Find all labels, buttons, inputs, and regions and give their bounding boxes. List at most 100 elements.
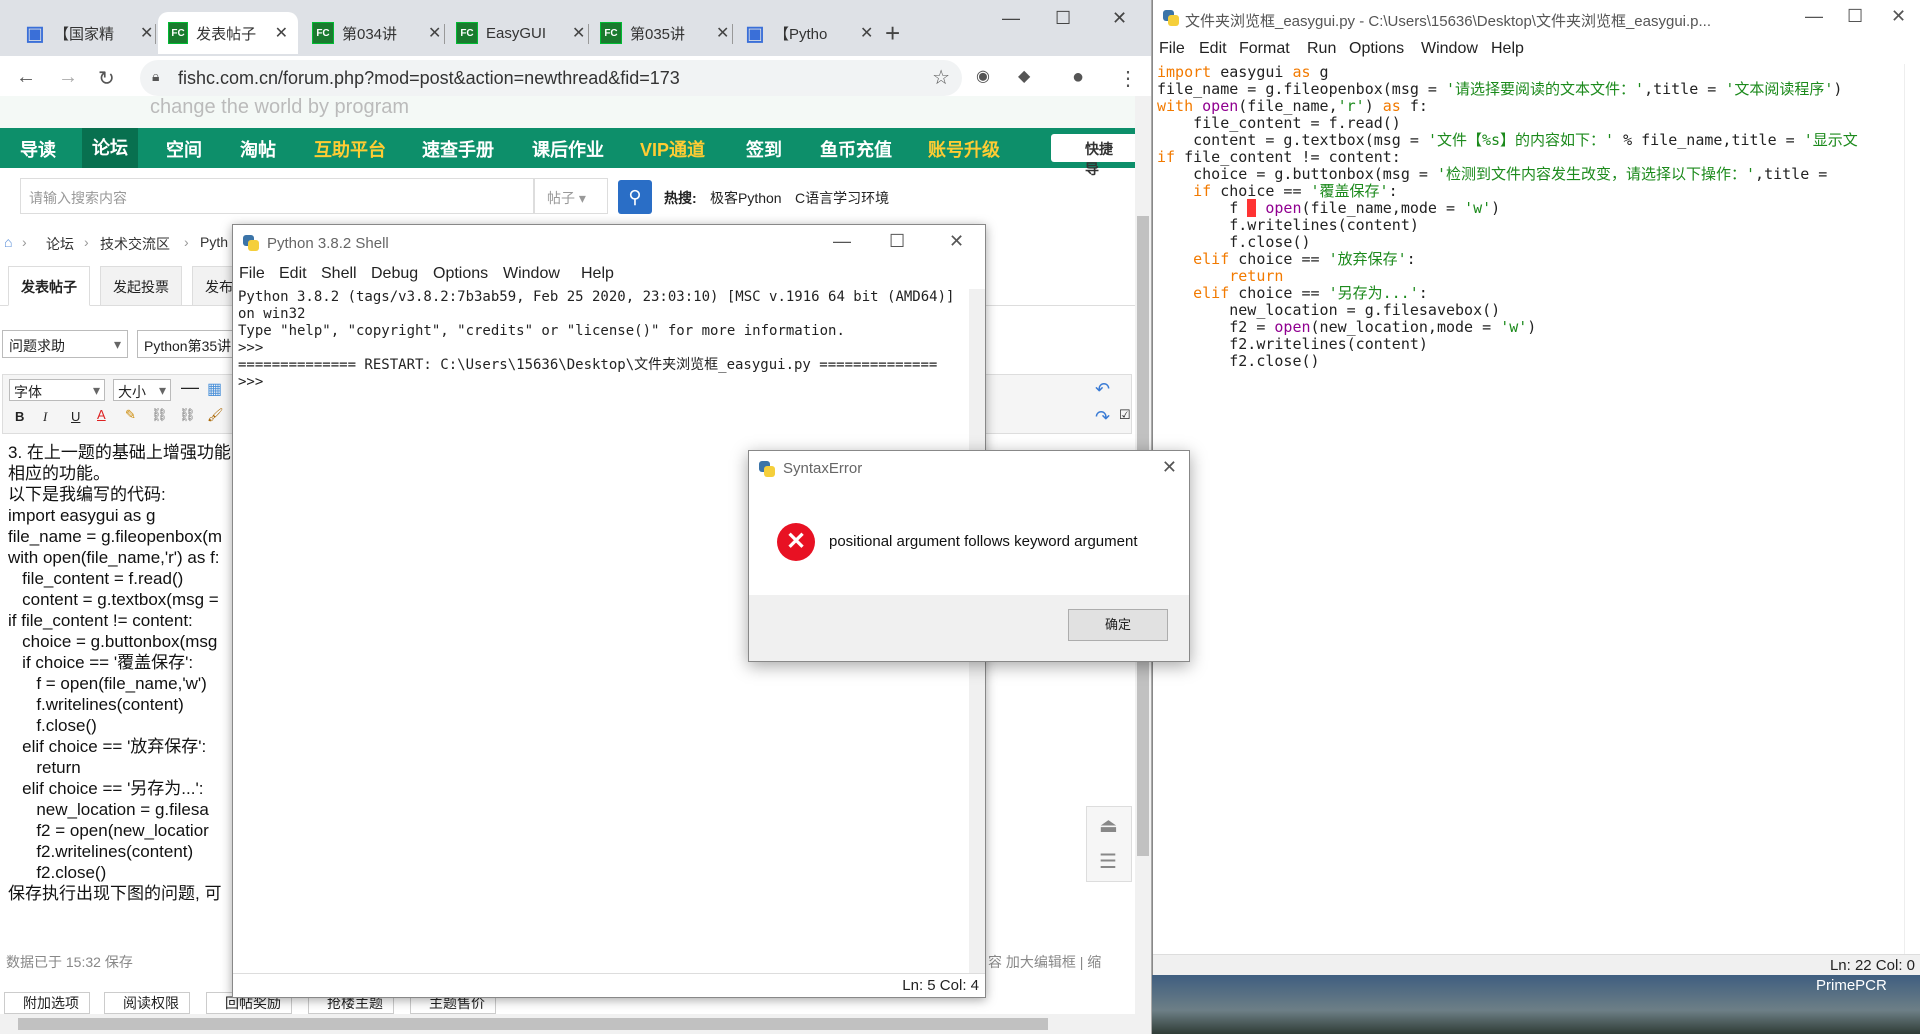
size-select[interactable]: 大小 ▾ (113, 379, 171, 401)
nav-item[interactable]: 淘帖 (240, 136, 276, 162)
browser-tab-active[interactable]: FC 发表帖子 ✕ (158, 12, 298, 54)
menu-run[interactable]: Run (1307, 40, 1336, 58)
nav-item[interactable]: VIP通道 (640, 136, 705, 162)
editor-size-controls[interactable]: 容 加大编辑框 | 缩 (988, 952, 1101, 972)
nav-item-active[interactable]: 论坛 (82, 128, 138, 168)
nav-item[interactable]: 签到 (746, 136, 782, 162)
clear-format-icon[interactable]: 🖌︎ (207, 407, 224, 423)
menu-edit[interactable]: Edit (279, 265, 307, 283)
browser-tab[interactable]: FC 第035讲 ✕ (590, 12, 739, 54)
menu-format[interactable]: Format (1239, 40, 1290, 58)
checkbox-icon[interactable]: ☑ (1119, 407, 1131, 423)
desktop-icon-label[interactable]: PrimePCR (1816, 977, 1887, 994)
close-icon[interactable]: ✕ (716, 23, 729, 43)
extension-icon[interactable]: ◆ (1018, 66, 1030, 86)
menu-help[interactable]: Help (1491, 40, 1524, 58)
breadcrumb-link[interactable]: 技术交流区 (100, 234, 170, 254)
close-icon[interactable]: ✕ (140, 23, 153, 43)
underline-icon[interactable]: U (71, 409, 80, 424)
italic-icon[interactable]: I (43, 409, 47, 425)
nav-item[interactable]: 空间 (166, 136, 202, 162)
hot-search-link[interactable]: 极客Python (710, 188, 782, 208)
tab-extra-options[interactable]: 附加选项 (4, 992, 90, 1014)
close-icon[interactable]: ✕ (949, 231, 964, 252)
extension-icon[interactable]: ◉ (976, 66, 990, 86)
browser-tab[interactable]: ▣ 【Pytho ✕ (734, 12, 883, 54)
menu-help[interactable]: Help (581, 265, 614, 283)
new-tab-icon[interactable]: + (885, 18, 900, 49)
menu-icon[interactable]: ⋮ (1118, 66, 1138, 91)
home-icon[interactable]: ⌂ (4, 234, 12, 250)
back-icon[interactable]: ← (16, 66, 36, 89)
font-color-icon[interactable]: A (97, 407, 106, 422)
font-select[interactable]: 字体 ▾ (9, 379, 105, 401)
reload-icon[interactable]: ↻ (98, 66, 115, 91)
menu-debug[interactable]: Debug (371, 265, 418, 283)
maximize-icon[interactable]: ☐ (1847, 6, 1863, 27)
close-icon[interactable]: ✕ (1162, 457, 1177, 478)
back-to-top-icon[interactable]: ⏏ (1099, 813, 1118, 838)
menu-file[interactable]: File (239, 265, 265, 283)
tab-new-poll[interactable]: 发起投票 (100, 266, 182, 306)
quick-link-button[interactable]: 快捷导 (1051, 134, 1136, 177)
list-icon[interactable]: ☰ (1099, 849, 1117, 874)
editor-scrollbar[interactable] (1904, 64, 1920, 954)
menu-window[interactable]: Window (503, 265, 560, 283)
forward-icon[interactable]: → (58, 66, 78, 89)
search-type-select[interactable]: 帖子 ▾ (534, 178, 608, 214)
maximize-icon[interactable]: ☐ (889, 231, 905, 252)
maximize-icon[interactable]: ☐ (1055, 8, 1071, 29)
hot-search-link[interactable]: C语言学习环境 (795, 188, 889, 208)
thread-type-select[interactable]: 问题求助 ▾ (2, 330, 128, 358)
close-window-icon[interactable]: ✕ (1112, 8, 1127, 29)
redo-icon[interactable]: ↷ (1095, 407, 1110, 428)
menu-shell[interactable]: Shell (321, 265, 357, 283)
tab-strip: ▣ 【国家精 ✕ FC 发表帖子 ✕ FC 第034讲 ✕ FC EasyGUI… (0, 0, 1151, 62)
menu-window[interactable]: Window (1421, 40, 1478, 58)
nav-item[interactable]: 导读 (20, 136, 56, 162)
nav-item[interactable]: 账号升级 (928, 136, 1000, 162)
url-field[interactable]: 🔒︎ fishc.com.cn/forum.php?mod=post&actio… (140, 60, 962, 96)
unlink-icon[interactable]: ⛓ (179, 407, 196, 423)
star-icon[interactable]: ☆ (932, 65, 950, 90)
nav-item[interactable]: 课后作业 (532, 136, 604, 162)
code-editor[interactable]: import easygui as g file_name = g.fileop… (1157, 64, 1897, 954)
close-icon[interactable]: ✕ (275, 23, 288, 43)
close-icon[interactable]: ✕ (572, 23, 585, 43)
menu-options[interactable]: Options (1349, 40, 1404, 58)
highlight-icon[interactable]: ✎ (125, 407, 136, 423)
close-icon[interactable]: ✕ (428, 23, 441, 43)
link-icon[interactable]: ⛓ (151, 407, 168, 423)
main-nav: 导读 论坛 空间 淘帖 互助平台 速查手册 课后作业 VIP通道 签到 鱼币充值… (0, 128, 1136, 177)
editor-title: 文件夹浏览框_easygui.py - C:\Users\15636\Deskt… (1185, 13, 1712, 30)
close-icon[interactable]: ✕ (1891, 6, 1906, 27)
menu-edit[interactable]: Edit (1199, 40, 1227, 58)
browser-tab[interactable]: ▣ 【国家精 ✕ (14, 12, 163, 54)
close-icon[interactable]: ✕ (860, 23, 873, 43)
bold-icon[interactable]: B (15, 409, 24, 424)
breadcrumb-link[interactable]: Pyth (200, 234, 228, 250)
table-icon[interactable]: ▦ (207, 379, 222, 399)
nav-item[interactable]: 互助平台 (314, 136, 386, 162)
search-input[interactable]: 请输入搜索内容 (20, 178, 534, 214)
undo-icon[interactable]: ↶ (1095, 379, 1110, 400)
ok-button[interactable]: 确定 (1068, 609, 1168, 641)
breadcrumb-link[interactable]: 论坛 (46, 234, 74, 254)
nav-item[interactable]: 速查手册 (422, 136, 494, 162)
browser-tab[interactable]: FC 第034讲 ✕ (302, 12, 451, 54)
menu-options[interactable]: Options (433, 265, 488, 283)
minimize-icon[interactable]: — (833, 231, 851, 252)
account-icon[interactable]: ● (1072, 66, 1084, 89)
search-icon[interactable]: ⚲ (618, 180, 652, 214)
divider-icon[interactable]: — (181, 377, 199, 398)
browser-tab[interactable]: FC EasyGUI ✕ (446, 12, 595, 54)
minimize-icon[interactable]: — (1805, 6, 1823, 27)
horizontal-scrollbar[interactable] (0, 1014, 1136, 1034)
tab-read-permission[interactable]: 阅读权限 (104, 992, 190, 1014)
menu-file[interactable]: File (1159, 40, 1185, 58)
tab-new-post[interactable]: 发表帖子 (8, 266, 90, 306)
minimize-icon[interactable]: — (1002, 8, 1020, 29)
scrollbar-thumb[interactable] (18, 1018, 1048, 1030)
calendar-icon: ▣ (25, 22, 45, 45)
nav-item[interactable]: 鱼币充值 (820, 136, 892, 162)
